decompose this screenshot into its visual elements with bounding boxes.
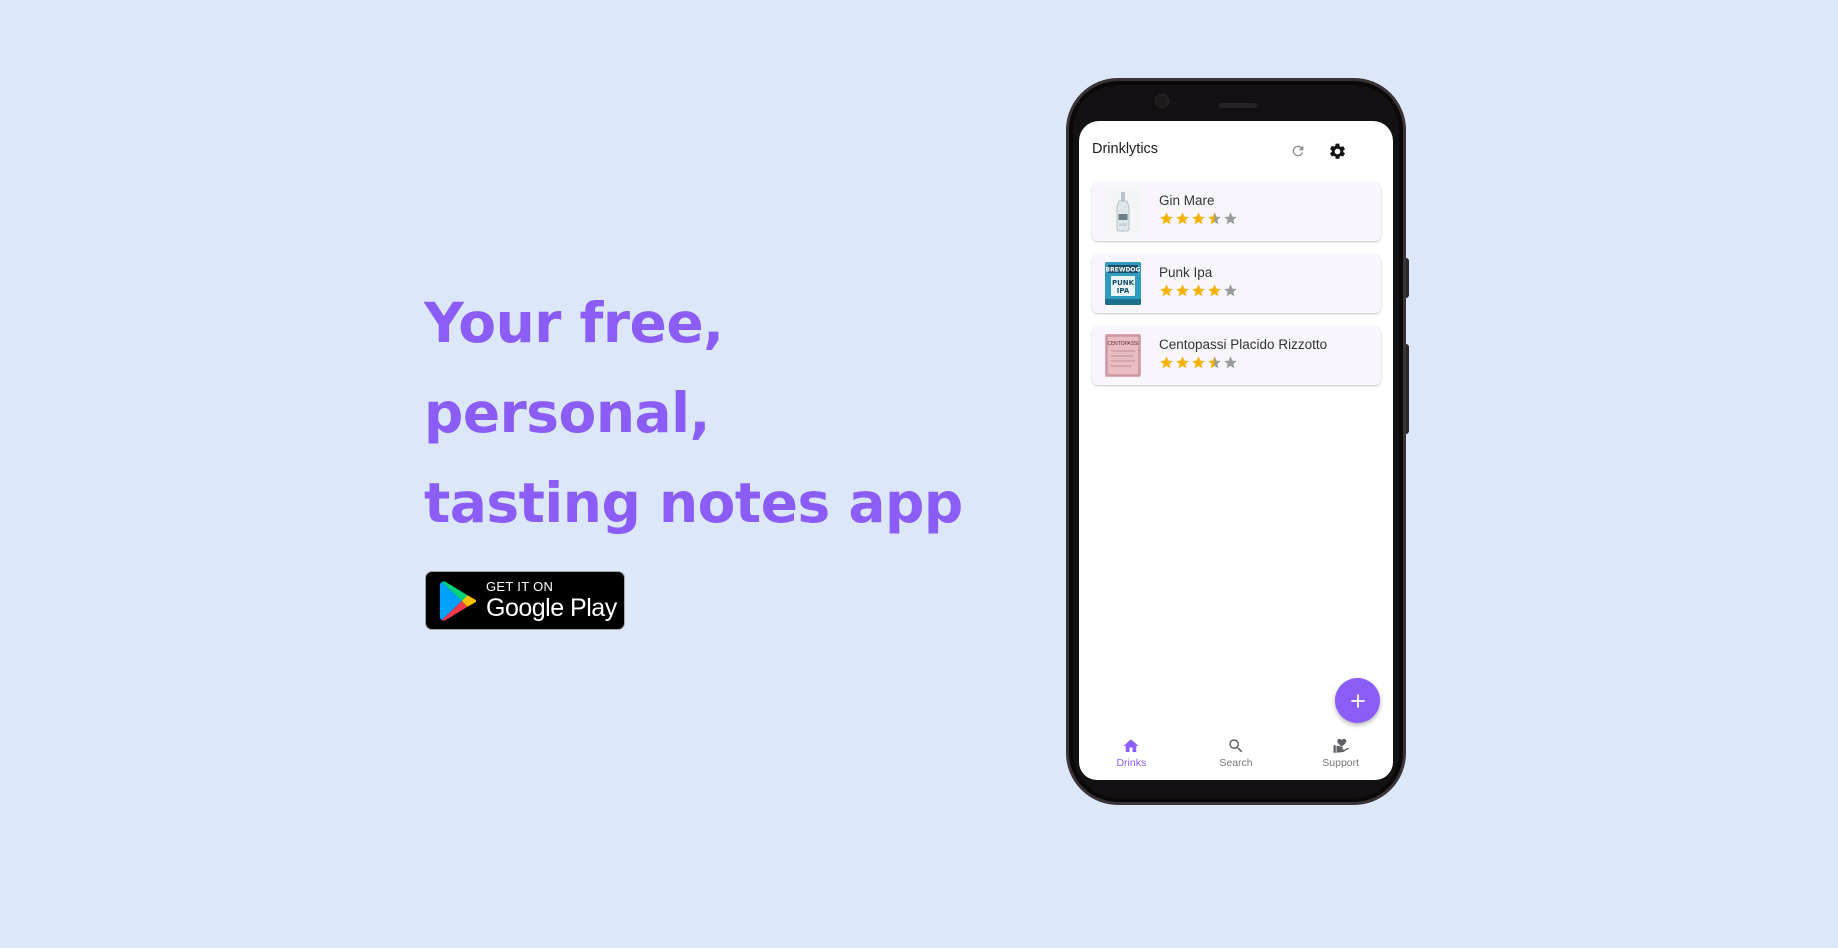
star-icon — [1176, 356, 1189, 369]
app-screen: Drinklytics Gin Mare BREWDOG PUNK IPA Pu… — [1079, 121, 1393, 780]
play-badge-small-text: GET IT ON — [486, 578, 554, 594]
star-icon — [1176, 212, 1189, 225]
star-icon — [1224, 284, 1237, 297]
google-play-icon — [439, 580, 477, 621]
star-rating — [1159, 211, 1238, 226]
bottom-navigation: Drinks Search Support — [1079, 730, 1393, 780]
phone-camera — [1155, 94, 1169, 108]
app-title: Drinklytics — [1092, 141, 1159, 157]
app-bar: Drinklytics — [1079, 121, 1393, 181]
star-icon — [1192, 356, 1205, 369]
home-icon — [1123, 739, 1139, 752]
drink-name: Gin Mare — [1159, 193, 1215, 208]
wine-label-thumbnail: CENTOPASSI — [1105, 334, 1141, 377]
phone-speaker — [1219, 103, 1257, 108]
hero-headline: Your free, personal, tasting notes app — [424, 278, 963, 548]
punk-ipa-thumbnail: BREWDOG PUNK IPA — [1105, 262, 1141, 305]
star-icon — [1160, 356, 1173, 369]
nav-item-search[interactable]: Search — [1184, 730, 1289, 780]
hero-line-3: tasting notes app — [424, 471, 963, 535]
refresh-icon — [1292, 145, 1304, 157]
drink-name: Centopassi Placido Rizzotto — [1159, 337, 1328, 352]
star-icon — [1224, 356, 1237, 369]
search-icon — [1229, 739, 1243, 753]
star-rating — [1159, 355, 1238, 370]
add-drink-button[interactable] — [1335, 678, 1380, 723]
drink-card[interactable]: Gin Mare — [1092, 182, 1381, 241]
drink-card[interactable]: CENTOPASSI Centopassi Placido Rizzotto — [1092, 326, 1381, 385]
svg-text:PUNK: PUNK — [1112, 279, 1135, 287]
gear-icon — [1329, 143, 1345, 159]
drink-card[interactable]: BREWDOG PUNK IPA Punk Ipa — [1092, 254, 1381, 313]
star-icon — [1224, 212, 1237, 225]
drink-list: Gin Mare BREWDOG PUNK IPA Punk Ipa CENTO… — [1092, 182, 1381, 398]
nav-label: Support — [1322, 757, 1360, 769]
play-badge-big-text: Google Play — [486, 593, 617, 622]
svg-text:BREWDOG: BREWDOG — [1106, 267, 1141, 274]
svg-text:IPA: IPA — [1117, 287, 1130, 295]
nav-label: Search — [1219, 757, 1253, 769]
star-icon — [1208, 284, 1221, 297]
star-icon — [1176, 284, 1189, 297]
nav-label: Drinks — [1116, 757, 1147, 769]
star-icon — [1192, 212, 1205, 225]
star-rating — [1159, 283, 1238, 298]
hero-line-1: Your free, — [424, 291, 724, 355]
star-icon — [1160, 212, 1173, 225]
gin-bottle-thumbnail — [1105, 190, 1141, 233]
nav-item-drinks[interactable]: Drinks — [1079, 730, 1184, 780]
refresh-button[interactable] — [1285, 138, 1311, 164]
google-play-badge[interactable]: GET IT ON Google Play — [425, 571, 625, 630]
star-icon — [1192, 284, 1205, 297]
phone-mockup: Drinklytics Gin Mare BREWDOG PUNK IPA Pu… — [1066, 78, 1406, 805]
star-icon — [1160, 284, 1173, 297]
plus-icon — [1350, 693, 1365, 708]
star-icon — [1208, 356, 1221, 369]
drink-name: Punk Ipa — [1159, 265, 1213, 280]
settings-button[interactable] — [1324, 138, 1350, 164]
nav-item-support[interactable]: Support — [1288, 730, 1393, 780]
hero-line-2: personal, — [424, 381, 710, 445]
svg-text:CENTOPASSI: CENTOPASSI — [1107, 341, 1138, 347]
star-icon — [1208, 212, 1221, 225]
support-icon — [1333, 738, 1349, 753]
